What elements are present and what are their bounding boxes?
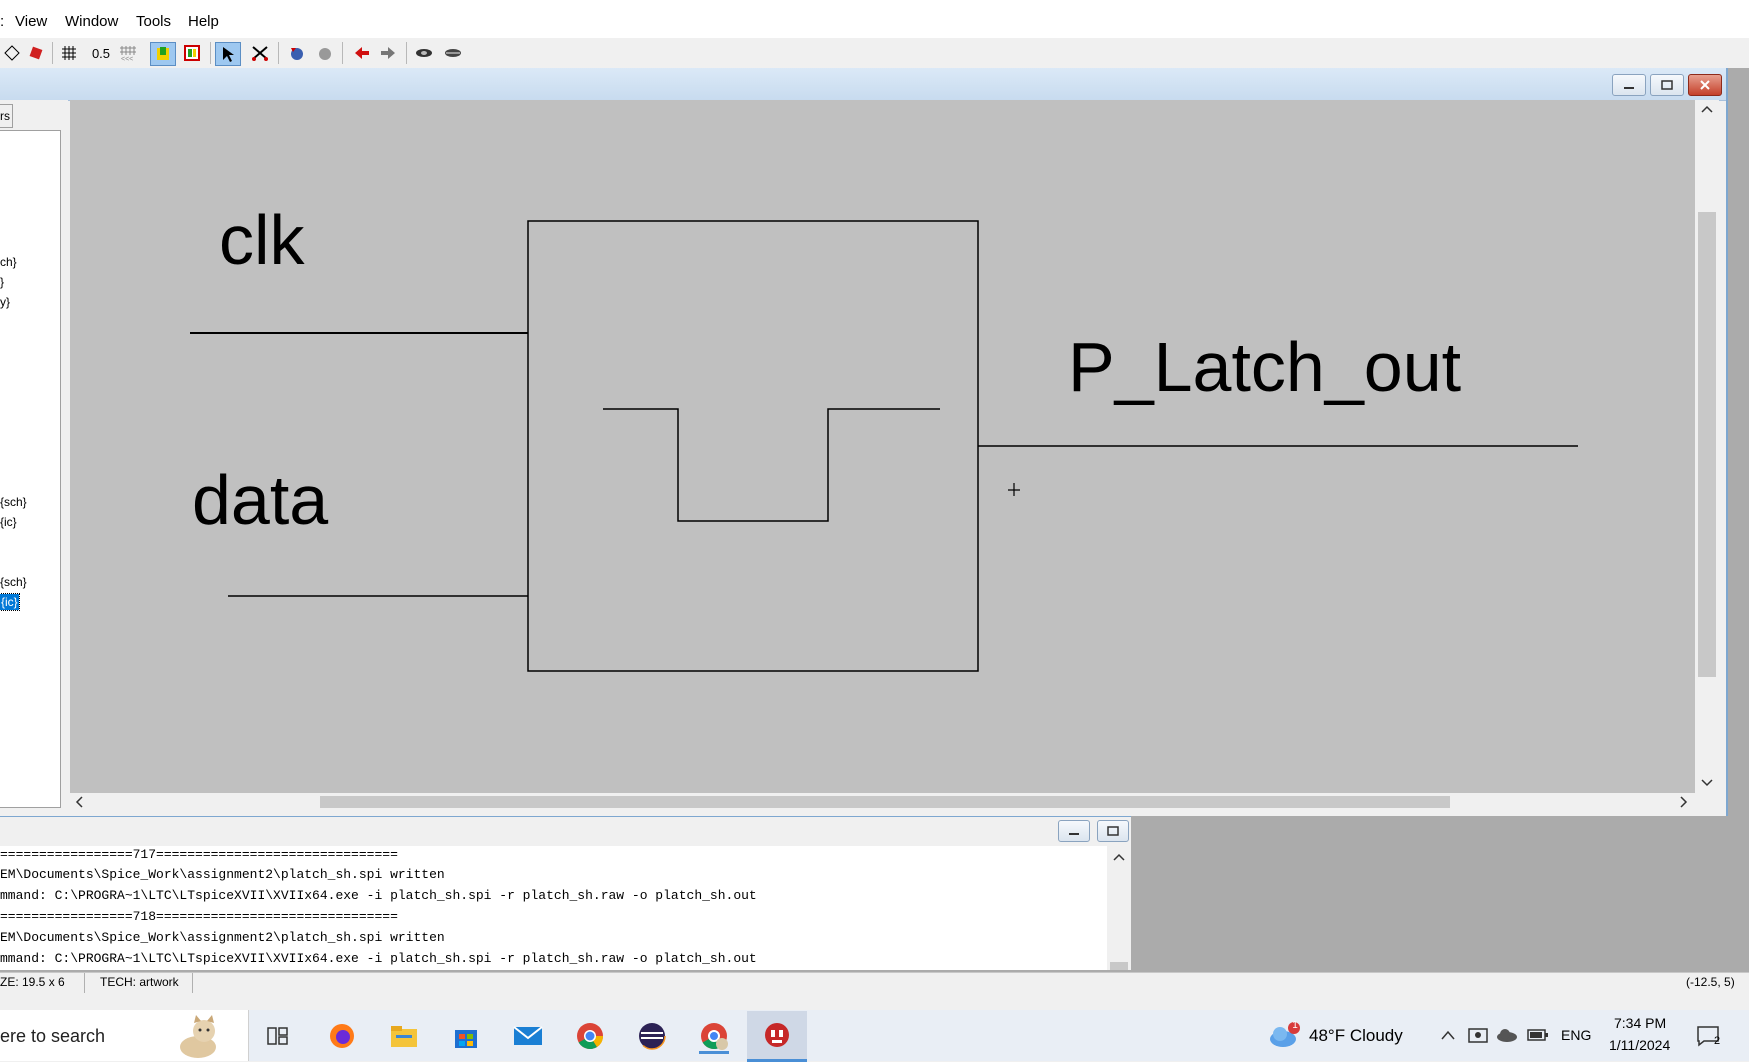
scroll-up-icon [1701, 105, 1713, 113]
messages-log[interactable]: =================717====================… [0, 846, 1107, 970]
tools-scissors-icon[interactable] [248, 42, 272, 64]
color-tool-icon[interactable] [24, 42, 48, 64]
menu-view[interactable]: View [15, 13, 47, 30]
notification-count: 2 [1714, 1035, 1721, 1047]
layer-pin-icon[interactable] [150, 42, 176, 66]
minimize-icon[interactable] [1612, 74, 1646, 96]
task-view-icon[interactable] [263, 1021, 293, 1051]
messages-scrollbar[interactable] [1107, 846, 1131, 970]
tray-chevron-icon[interactable] [1440, 1028, 1456, 1046]
search-placeholder: ere to search [0, 1026, 106, 1046]
search-highlight-icon [180, 1015, 216, 1058]
rotate-disabled-icon[interactable] [313, 42, 337, 64]
battery-icon[interactable] [1527, 1027, 1549, 1047]
scroll-thumb [320, 796, 1450, 808]
data-label[interactable]: data [192, 465, 328, 535]
log-line: EM\Documents\Spice_Work\assignment2\plat… [0, 867, 445, 882]
meet-now-icon[interactable] [1468, 1026, 1488, 1048]
weather-text[interactable]: 48°F Cloudy [1309, 1026, 1403, 1046]
explorer-tab[interactable]: rs [0, 104, 13, 128]
weather-badge: 1 [1292, 1020, 1298, 1031]
tree-item[interactable]: {sch} [0, 575, 27, 589]
electric-app-icon[interactable] [747, 1011, 807, 1062]
file-explorer-icon[interactable] [389, 1021, 419, 1051]
log-line: =================717====================… [0, 847, 398, 862]
grid-shrink-icon[interactable]: <<< [116, 42, 140, 64]
firefox-icon[interactable] [327, 1021, 357, 1051]
toolbar-separator [342, 42, 343, 64]
menu-bar: : View Window Tools Help [0, 0, 1749, 38]
explorer-tree: ch} } y} {sch} {ic} {sch} {ic} [0, 130, 61, 808]
select-arrow-icon[interactable] [215, 42, 241, 66]
clk-label[interactable]: clk [219, 205, 305, 275]
status-coordinates: (-12.5, 5) [1686, 975, 1735, 989]
messages-titlebar[interactable] [0, 816, 1131, 847]
scroll-thumb [1110, 962, 1128, 970]
hide-icon[interactable] [441, 42, 465, 64]
cursor-crosshair [1008, 483, 1020, 496]
maximize-icon[interactable] [1650, 74, 1684, 96]
tree-item[interactable]: {ic} [0, 515, 17, 529]
horizontal-scrollbar[interactable] [70, 793, 1695, 811]
menu-window[interactable]: Window [65, 13, 118, 30]
onedrive-icon[interactable] [1496, 1027, 1518, 1047]
back-arrow-icon[interactable] [350, 42, 374, 64]
clock-date[interactable]: 1/11/2024 [1609, 1037, 1670, 1053]
latch-pulse-symbol [603, 408, 940, 522]
log-line: mmand: C:\PROGRA~1\LTC\LTspiceXVII\XVIIx… [0, 951, 757, 966]
status-separator [192, 973, 193, 993]
rotate-icon[interactable] [285, 42, 309, 64]
log-line: EM\Documents\Spice_Work\assignment2\plat… [0, 930, 445, 945]
status-separator [84, 973, 85, 993]
layer-visibility-icon[interactable] [180, 42, 204, 64]
status-size: ZE: 19.5 x 6 [0, 975, 65, 989]
taskbar-search[interactable]: ere to search [0, 1010, 249, 1061]
schematic-drawing [190, 220, 1578, 672]
output-label[interactable]: P_Latch_out [1068, 332, 1461, 402]
scroll-left-icon [75, 796, 83, 808]
vertical-scrollbar[interactable] [1695, 100, 1719, 793]
close-icon[interactable] [1688, 74, 1722, 96]
toolbar-separator [210, 42, 211, 64]
clock-time[interactable]: 7:34 PM [1614, 1015, 1666, 1031]
scroll-down-icon [1701, 779, 1713, 787]
menu-tools[interactable]: Tools [136, 13, 171, 30]
scroll-up-icon [1113, 853, 1125, 861]
scroll-right-icon [1680, 796, 1688, 808]
menu-help[interactable]: Help [188, 13, 219, 30]
toolbar-separator [278, 42, 279, 64]
polygon-tool-icon[interactable] [0, 42, 24, 64]
tree-item[interactable]: {sch} [0, 495, 27, 509]
status-bar: ZE: 19.5 x 6 TECH: artwork (-12.5, 5) [0, 972, 1749, 993]
restore-icon[interactable] [1097, 820, 1129, 842]
log-line: mmand: C:\PROGRA~1\LTC\LTspiceXVII\XVIIx… [0, 888, 757, 903]
chrome-profile-icon[interactable] [699, 1021, 729, 1054]
eclipse-icon[interactable] [637, 1021, 667, 1051]
grid-icon[interactable] [57, 42, 81, 64]
language-indicator[interactable]: ENG [1561, 1027, 1591, 1043]
latch-box [527, 220, 979, 672]
minimize-icon[interactable] [1058, 820, 1090, 842]
forward-arrow-icon[interactable] [376, 42, 400, 64]
toolbar-separator [406, 42, 407, 64]
svg-text:<<<: <<< [121, 56, 133, 62]
edit-window-titlebar[interactable] [0, 68, 1726, 101]
schematic-canvas[interactable]: clk data P_Latch_out [70, 100, 1695, 793]
scroll-thumb [1698, 212, 1716, 677]
toolbar: 0.5 <<< [0, 38, 1749, 68]
tree-item-selected[interactable]: {ic} [0, 593, 20, 611]
log-line: =================718====================… [0, 909, 398, 924]
show-icon[interactable] [412, 42, 436, 64]
tree-item[interactable]: } [0, 275, 4, 289]
tree-item[interactable]: y} [0, 295, 10, 309]
store-icon[interactable] [451, 1021, 481, 1051]
status-tech: TECH: artwork [100, 975, 179, 989]
mail-icon[interactable] [513, 1021, 543, 1051]
menu-file-fragment[interactable]: : [0, 13, 4, 30]
grid-size-value[interactable]: 0.5 [88, 42, 114, 64]
tree-item[interactable]: ch} [0, 255, 17, 269]
toolbar-separator [52, 42, 53, 64]
chrome-icon[interactable] [575, 1021, 605, 1051]
